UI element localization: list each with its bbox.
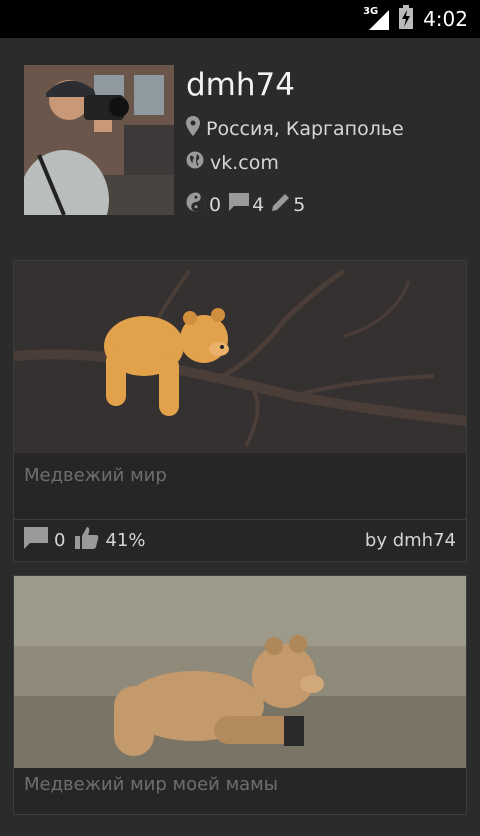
pencil-icon (272, 193, 290, 216)
posts-count: 5 (293, 193, 306, 216)
post-title[interactable]: Медвежий мир (14, 453, 466, 521)
post-author[interactable]: by dmh74 (365, 530, 456, 551)
post-comments[interactable]: 0 (24, 527, 65, 554)
website-text[interactable]: vk.com (210, 152, 279, 174)
karma-count: 0 (209, 193, 222, 216)
location-pin-icon (186, 116, 200, 141)
post-image-bear-on-branch[interactable] (14, 261, 466, 453)
karma-stat: 0 (186, 192, 221, 217)
post-card[interactable]: Медвежий мир моей мамы (13, 575, 467, 815)
posts-stat: 5 (272, 193, 305, 216)
comments-stat: 4 (229, 193, 264, 216)
avatar[interactable] (24, 65, 174, 215)
status-bar: 3G 4:02 (0, 0, 480, 38)
profile-header: dmh74 Россия, Каргаполье vk.com 0 4 5 (24, 65, 464, 217)
post-rating-value: 41% (105, 530, 146, 551)
post-image-bear-crawling[interactable] (14, 576, 466, 768)
location-text: Россия, Каргаполье (206, 117, 404, 140)
post-title[interactable]: Медвежий мир моей мамы (14, 768, 466, 836)
signal-3g-icon: 3G (363, 6, 390, 30)
status-time: 4:02 (423, 7, 468, 31)
post-rating[interactable]: 41% (75, 527, 145, 554)
comment-icon (24, 527, 48, 554)
yin-yang-icon (186, 192, 206, 217)
post-footer: 0 41% by dmh74 (14, 519, 466, 561)
battery-charging-icon (399, 5, 414, 33)
thumbs-up-icon (75, 527, 99, 554)
post-card[interactable]: Медвежий мир 0 41% by dmh74 (13, 260, 467, 562)
profile-stats: 0 4 5 (186, 192, 313, 217)
profile-username: dmh74 (186, 67, 295, 103)
comments-count: 4 (252, 193, 265, 216)
profile-website[interactable]: vk.com (186, 151, 279, 174)
post-comments-count: 0 (54, 530, 66, 551)
comment-icon (229, 193, 250, 216)
globe-icon (186, 151, 204, 174)
profile-location: Россия, Каргаполье (186, 116, 404, 141)
